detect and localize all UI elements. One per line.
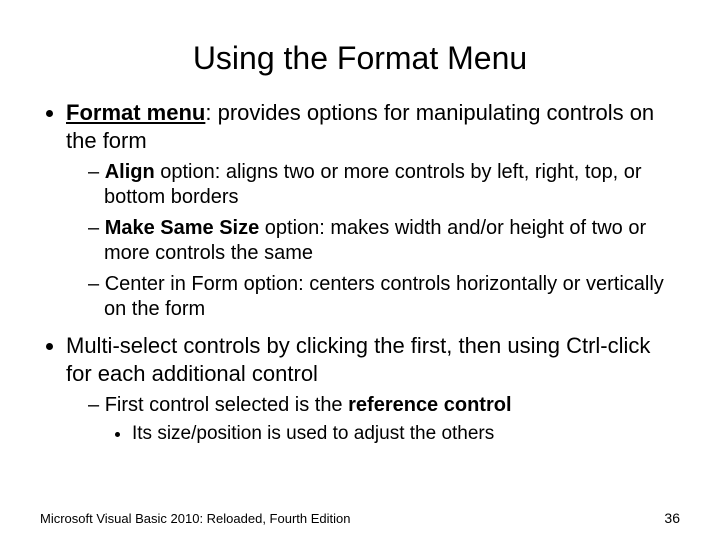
page-title: Using the Format Menu bbox=[40, 40, 680, 77]
footer-text: Microsoft Visual Basic 2010: Reloaded, F… bbox=[40, 511, 350, 526]
text: Multi-select controls by clicking the fi… bbox=[66, 333, 650, 386]
text: option: aligns two or more controls by l… bbox=[104, 161, 642, 208]
text: First control selected is the bbox=[105, 394, 348, 416]
sub-item: Align option: aligns two or more control… bbox=[88, 160, 680, 210]
subsub-list: Its size/position is used to adjust the … bbox=[104, 422, 680, 446]
bullet-item: Format menu: provides options for manipu… bbox=[66, 99, 680, 322]
subsub-item: Its size/position is used to adjust the … bbox=[132, 422, 680, 446]
sub-item: Center in Form option: centers controls … bbox=[88, 272, 680, 322]
text: Its size/position is used to adjust the … bbox=[132, 423, 494, 444]
term-format-menu: Format menu bbox=[66, 100, 205, 125]
footer: Microsoft Visual Basic 2010: Reloaded, F… bbox=[40, 511, 680, 526]
term-reference-control: reference control bbox=[348, 394, 511, 416]
text: Center in Form option: centers controls … bbox=[104, 273, 664, 320]
slide: Using the Format Menu Format menu: provi… bbox=[0, 0, 720, 540]
page-number: 36 bbox=[664, 510, 680, 526]
bullet-list: Format menu: provides options for manipu… bbox=[40, 99, 680, 446]
sub-item: Make Same Size option: makes width and/o… bbox=[88, 216, 680, 266]
term-make-same-size: Make Same Size bbox=[105, 217, 260, 239]
sub-item: First control selected is the reference … bbox=[88, 393, 680, 446]
sub-list: First control selected is the reference … bbox=[66, 393, 680, 446]
sub-list: Align option: aligns two or more control… bbox=[66, 160, 680, 322]
bullet-item: Multi-select controls by clicking the fi… bbox=[66, 332, 680, 446]
term-align: Align bbox=[105, 161, 155, 183]
